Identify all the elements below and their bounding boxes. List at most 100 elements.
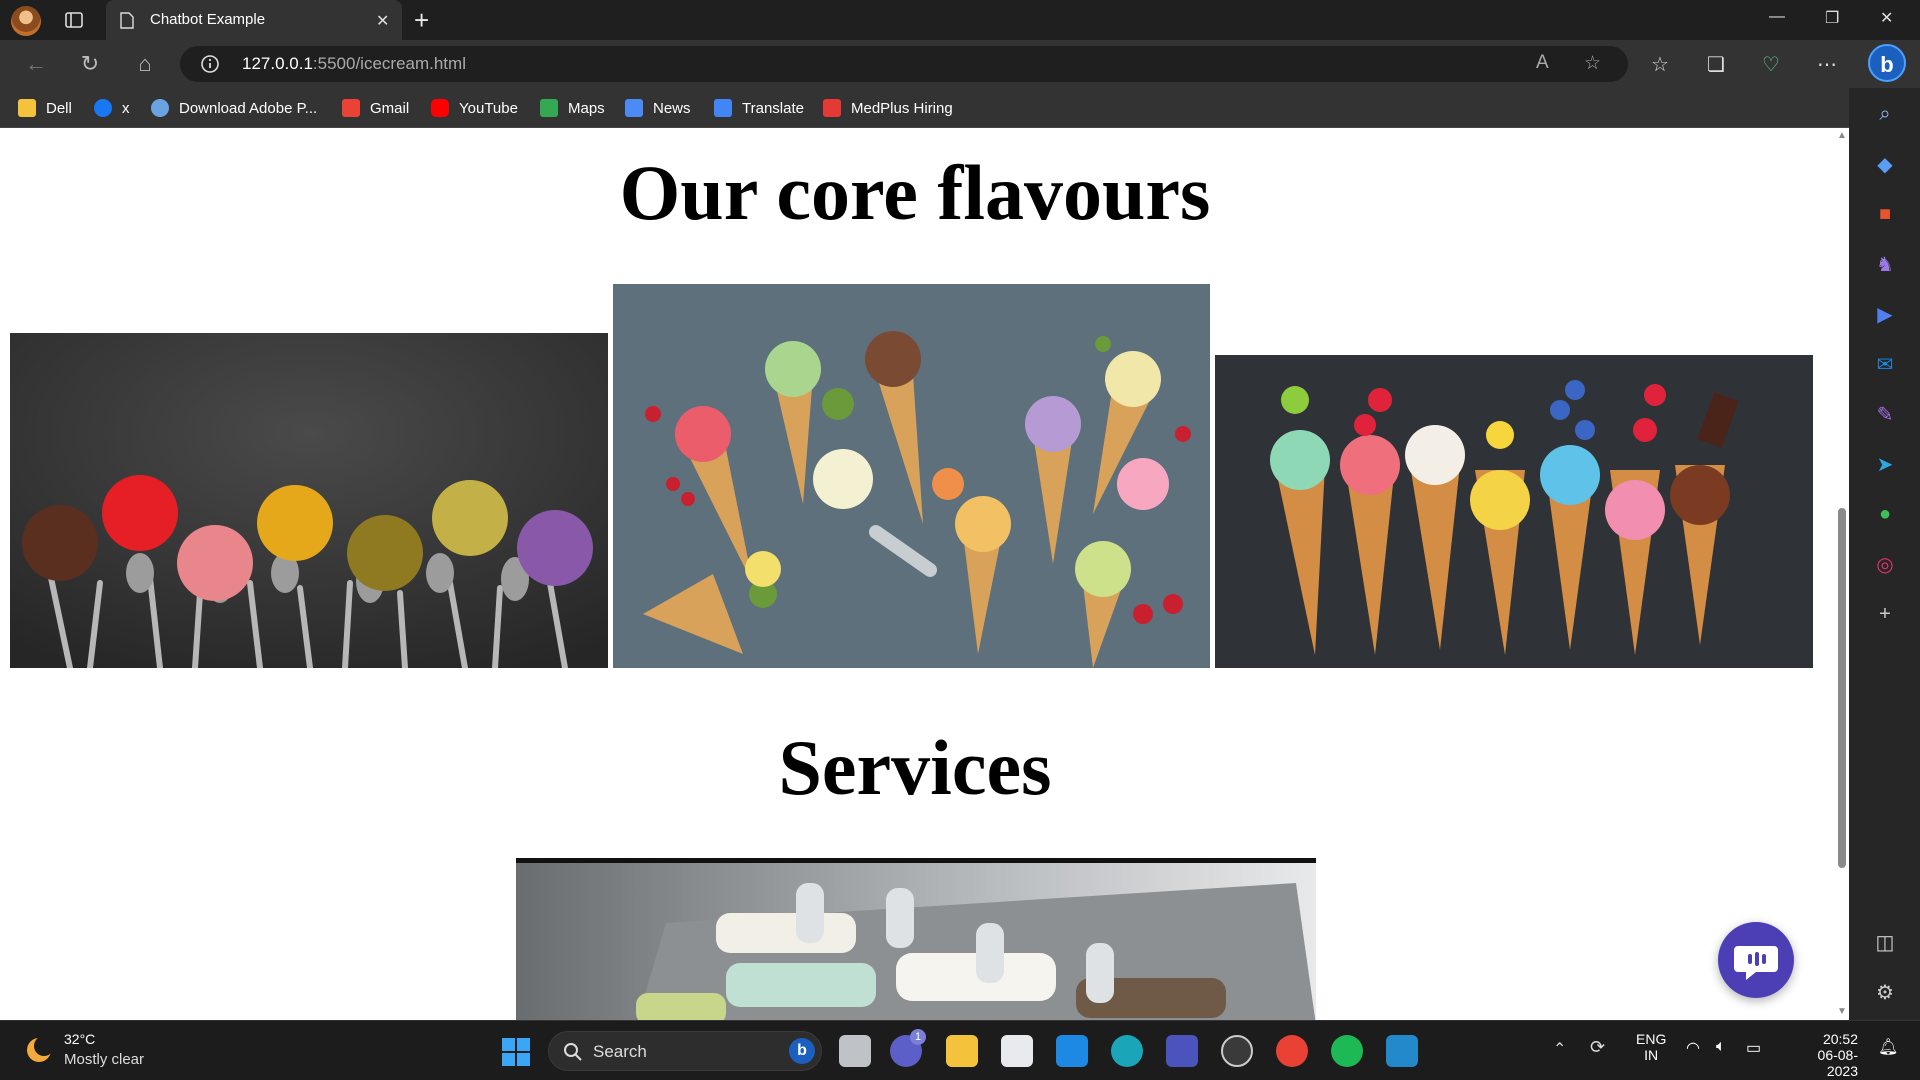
bookmark-maps[interactable]: Maps bbox=[540, 96, 605, 120]
bookmark-medplus[interactable]: MedPlus Hiring bbox=[823, 96, 953, 120]
collections-icon[interactable]: ❏ bbox=[1707, 52, 1725, 77]
profile-avatar[interactable] bbox=[11, 6, 41, 36]
designer-icon[interactable]: ✎ bbox=[1873, 402, 1897, 426]
new-tab-button[interactable]: + bbox=[414, 5, 429, 36]
read-aloud-icon[interactable]: A bbox=[1536, 52, 1549, 74]
weather-temperature[interactable]: 32°C bbox=[64, 1031, 95, 1047]
browser-titlebar: Chatbot Example ✕ + — ❐ ✕ bbox=[0, 0, 1920, 40]
flavour-image-cone-row bbox=[1215, 355, 1813, 668]
search-icon[interactable]: ⌕ bbox=[1873, 102, 1897, 126]
copilot-icon[interactable]: ▶ bbox=[1873, 302, 1897, 326]
scroll-down-arrow-icon[interactable]: ▼ bbox=[1837, 1006, 1847, 1017]
tree-icon[interactable]: ● bbox=[1873, 502, 1897, 526]
bookmark-gmail[interactable]: Gmail bbox=[342, 96, 409, 120]
more-menu-icon[interactable]: ⋯ bbox=[1817, 52, 1837, 77]
windows-start-icon[interactable] bbox=[502, 1038, 530, 1066]
wifi-icon[interactable]: ◠ bbox=[1686, 1038, 1700, 1058]
chat-bubble-icon bbox=[1734, 946, 1778, 980]
taskbar-search[interactable]: Search b bbox=[548, 1031, 822, 1071]
tab-active[interactable]: Chatbot Example ✕ bbox=[106, 0, 402, 40]
site-info-icon[interactable] bbox=[200, 54, 220, 74]
youtube-icon bbox=[431, 99, 449, 117]
home-button[interactable]: ⌂ bbox=[131, 50, 159, 78]
clock[interactable]: 20:52 06-08-2023 bbox=[1788, 1031, 1858, 1079]
outlook-icon[interactable]: ✉ bbox=[1873, 352, 1897, 376]
chrome-icon[interactable] bbox=[1276, 1035, 1308, 1067]
news-icon bbox=[625, 99, 643, 117]
browser-toolbar: ← ↻ ⌂ 127.0.0.1:5500/icecream.html A ☆ ☆… bbox=[0, 40, 1920, 88]
address-bar[interactable]: 127.0.0.1:5500/icecream.html A ☆ bbox=[180, 46, 1628, 82]
bing-copilot-icon[interactable]: b bbox=[1868, 44, 1906, 82]
sidebar-toggle-icon[interactable]: ◫ bbox=[1873, 930, 1897, 954]
shopping-tag-icon[interactable]: ◆ bbox=[1873, 152, 1897, 176]
maps-icon bbox=[540, 99, 558, 117]
bookmark-adobe[interactable]: Download Adobe P... bbox=[151, 96, 317, 120]
gmail-icon bbox=[342, 99, 360, 117]
scroll-up-arrow-icon[interactable]: ▲ bbox=[1837, 130, 1847, 141]
medplus-icon bbox=[823, 99, 841, 117]
bookmark-youtube[interactable]: YouTube bbox=[431, 96, 518, 120]
facebook-icon bbox=[94, 99, 112, 117]
windows-taskbar: 32°C Mostly clear Search b 1 ⌃ ⟳ ENG IN … bbox=[0, 1020, 1920, 1080]
instagram-icon[interactable]: ◎ bbox=[1873, 552, 1897, 576]
add-sidebar-app-icon[interactable]: + bbox=[1873, 602, 1897, 626]
bookmark-news[interactable]: News bbox=[625, 96, 691, 120]
url-text[interactable]: 127.0.0.1:5500/icecream.html bbox=[242, 54, 466, 74]
weather-moon-icon[interactable] bbox=[24, 1035, 54, 1065]
reload-button[interactable]: ↻ bbox=[76, 50, 104, 78]
search-icon bbox=[564, 1043, 582, 1061]
games-icon[interactable]: ♞ bbox=[1873, 252, 1897, 276]
microsoft-store-icon[interactable] bbox=[1001, 1035, 1033, 1067]
vscode-icon[interactable] bbox=[1386, 1035, 1418, 1067]
close-window-button[interactable]: ✕ bbox=[1880, 8, 1893, 28]
flavour-image-cones-fruits bbox=[613, 284, 1210, 668]
telegram-icon[interactable]: ➤ bbox=[1873, 452, 1897, 476]
translate-icon bbox=[714, 99, 732, 117]
bookmark-translate[interactable]: Translate bbox=[714, 96, 804, 120]
clock-date: 06-08-2023 bbox=[1817, 1047, 1858, 1079]
back-button[interactable]: ← bbox=[22, 50, 50, 78]
bing-icon[interactable]: b bbox=[789, 1038, 815, 1064]
task-view-icon[interactable] bbox=[839, 1035, 871, 1067]
flavour-image-scoops bbox=[10, 333, 608, 668]
flavours-heading: Our core flavours bbox=[619, 149, 1211, 236]
language-indicator[interactable]: ENG IN bbox=[1636, 1031, 1666, 1063]
folder-icon bbox=[18, 99, 36, 117]
page-scrollbar[interactable]: ▲ ▼ bbox=[1835, 128, 1849, 1020]
mail-icon[interactable] bbox=[1056, 1035, 1088, 1067]
page-icon bbox=[120, 12, 134, 29]
tray-overflow-chevron-icon[interactable]: ⌃ bbox=[1553, 1039, 1566, 1059]
close-tab-icon[interactable]: ✕ bbox=[376, 11, 389, 31]
clock-time: 20:52 bbox=[1822, 1031, 1858, 1047]
minimize-button[interactable]: — bbox=[1769, 8, 1785, 26]
tab-actions-icon[interactable] bbox=[64, 10, 84, 30]
weather-description[interactable]: Mostly clear bbox=[64, 1051, 144, 1068]
tab-title: Chatbot Example bbox=[150, 11, 266, 28]
dell-icon[interactable] bbox=[1221, 1035, 1253, 1067]
favorite-star-icon[interactable]: ☆ bbox=[1584, 52, 1601, 75]
bookmark-dell[interactable]: Dell bbox=[18, 96, 72, 120]
file-explorer-icon[interactable] bbox=[946, 1035, 978, 1067]
edge-sidebar: ⌕ ◆ ■ ♞ ▶ ✉ ✎ ➤ ● ◎ + ◫ ⚙ bbox=[1849, 88, 1920, 1020]
bookmarks-bar: Dell x Download Adobe P... Gmail YouTube… bbox=[0, 88, 1920, 128]
services-video-gelato-counter[interactable] bbox=[516, 858, 1316, 1020]
teams-chat-badge: 1 bbox=[910, 1029, 926, 1045]
battery-icon[interactable]: ▭ bbox=[1746, 1038, 1761, 1058]
restore-button[interactable]: ❐ bbox=[1825, 8, 1839, 28]
edge-browser-icon[interactable] bbox=[1111, 1035, 1143, 1067]
adobe-globe-icon bbox=[151, 99, 169, 117]
volume-muted-icon[interactable]: 🔈︎ bbox=[1716, 1038, 1726, 1056]
services-heading: Services bbox=[778, 724, 1052, 811]
sync-icon[interactable]: ⟳ bbox=[1590, 1037, 1605, 1058]
page-viewport: Our core flavours Services bbox=[0, 128, 1835, 1020]
scrollbar-thumb[interactable] bbox=[1838, 508, 1846, 868]
settings-gear-icon[interactable]: ⚙ bbox=[1873, 980, 1897, 1004]
notification-bell-icon[interactable]: 🔔︎ bbox=[1878, 1037, 1898, 1057]
spotify-icon[interactable] bbox=[1331, 1035, 1363, 1067]
teams-icon[interactable] bbox=[1166, 1035, 1198, 1067]
tools-icon[interactable]: ■ bbox=[1873, 202, 1897, 226]
chatbot-launch-button[interactable] bbox=[1718, 922, 1794, 998]
performance-icon[interactable]: ♡ bbox=[1762, 52, 1780, 77]
bookmark-x[interactable]: x bbox=[94, 96, 130, 120]
favorites-icon[interactable]: ☆ bbox=[1651, 52, 1669, 77]
